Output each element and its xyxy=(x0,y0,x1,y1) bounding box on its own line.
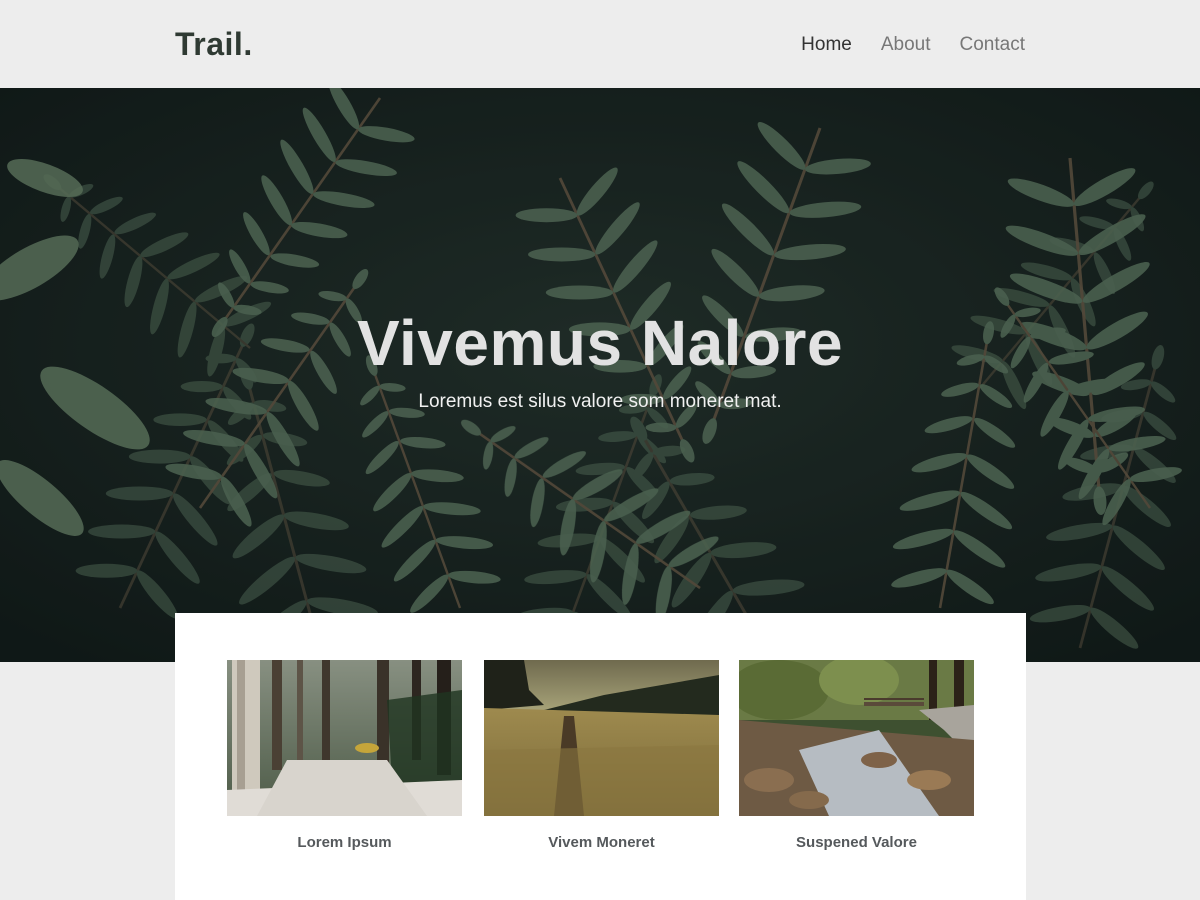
featured-card: Lorem Ipsum Vivem Moneret Suspened Valor… xyxy=(175,613,1026,900)
main-nav: Home About Contact xyxy=(801,34,1025,56)
nav-home[interactable]: Home xyxy=(801,34,852,56)
feature-label-1: Lorem Ipsum xyxy=(297,834,392,851)
feature-label-2: Vivem Moneret xyxy=(548,834,655,851)
hero-title: Vivemus Nalore xyxy=(356,307,844,379)
feature-item-2[interactable]: Vivem Moneret xyxy=(484,660,719,851)
meadow-path-image[interactable] xyxy=(484,660,719,816)
nav-contact[interactable]: Contact xyxy=(960,34,1025,56)
feature-label-3: Suspened Valore xyxy=(796,834,917,851)
creek-bridge-image[interactable] xyxy=(739,660,974,816)
hero-banner: Vivemus Nalore Loremus est silus valore … xyxy=(0,88,1200,662)
nav-about[interactable]: About xyxy=(881,34,931,56)
hero-subtitle: Loremus est silus valore som moneret mat… xyxy=(418,391,782,412)
forest-trail-image[interactable] xyxy=(227,660,462,816)
feature-item-3[interactable]: Suspened Valore xyxy=(739,660,974,851)
site-logo[interactable]: Trail. xyxy=(175,26,253,63)
site-header: Trail. Home About Contact xyxy=(0,0,1200,88)
feature-item-1[interactable]: Lorem Ipsum xyxy=(227,660,462,851)
